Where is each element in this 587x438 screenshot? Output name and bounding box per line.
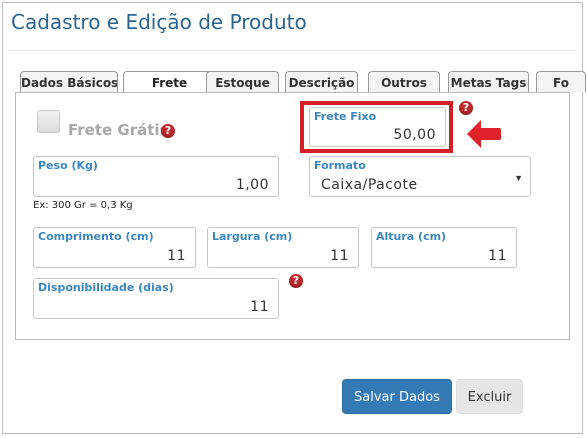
largura-field[interactable]: Largura (cm) 11 (207, 227, 359, 268)
tab-estoque[interactable]: Estoque (206, 71, 279, 92)
tab-fo[interactable]: Fo (536, 71, 586, 92)
tab-frete[interactable]: Frete (123, 71, 216, 93)
altura-field[interactable]: Altura (cm) 11 (371, 227, 517, 268)
help-icon[interactable]: ? (161, 124, 175, 138)
arrow-left-icon (467, 120, 501, 148)
peso-label: Peso (Kg) (38, 159, 98, 172)
tab-metas-tags[interactable]: Metas Tags (448, 71, 529, 92)
tab-descricao[interactable]: Descrição (285, 71, 358, 92)
comprimento-field[interactable]: Comprimento (cm) 11 (33, 227, 196, 268)
disponibilidade-label: Disponibilidade (dias) (38, 281, 174, 294)
comprimento-label: Comprimento (cm) (38, 230, 154, 243)
formato-value: Caixa/Pacote (321, 177, 418, 193)
highlight-box (300, 101, 453, 153)
peso-hint: Ex: 300 Gr = 0,3 Kg (33, 200, 133, 211)
comprimento-value: 11 (167, 248, 186, 264)
delete-button[interactable]: Excluir (456, 379, 523, 414)
page-title: Cadastro e Edição de Produto (11, 10, 307, 34)
altura-label: Altura (cm) (376, 230, 447, 243)
largura-value: 11 (330, 248, 349, 264)
largura-label: Largura (cm) (212, 230, 293, 243)
help-icon[interactable]: ? (459, 101, 473, 115)
tab-dados-basicos[interactable]: Dados Básicos (20, 71, 118, 92)
tab-outros[interactable]: Outros (368, 71, 440, 92)
disponibilidade-value: 11 (250, 299, 269, 315)
chevron-down-icon: ▼ (514, 173, 523, 183)
formato-select[interactable]: Formato Caixa/Pacote ▼ (309, 156, 531, 197)
help-icon[interactable]: ? (289, 274, 303, 288)
altura-value: 11 (488, 248, 507, 264)
frete-gratis-checkbox[interactable] (37, 110, 60, 133)
peso-value: 1,00 (235, 177, 269, 193)
disponibilidade-field[interactable]: Disponibilidade (dias) 11 (33, 278, 279, 319)
title-divider (8, 50, 577, 51)
frete-gratis-label: Frete Grátis (68, 121, 169, 139)
peso-field[interactable]: Peso (Kg) 1,00 (33, 156, 279, 197)
formato-label: Formato (314, 159, 366, 172)
save-button[interactable]: Salvar Dados (342, 379, 452, 414)
